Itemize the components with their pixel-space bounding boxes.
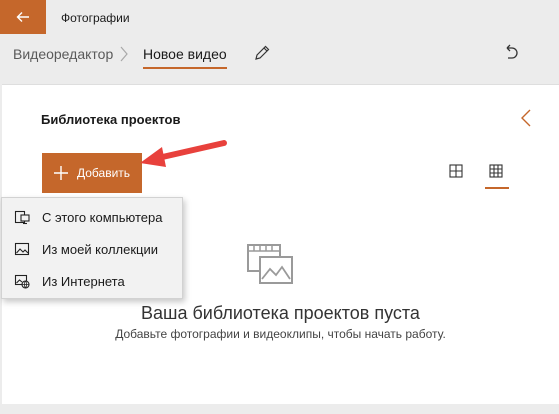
chevron-left-icon[interactable] (520, 109, 532, 127)
pencil-icon[interactable] (253, 44, 271, 62)
annotation-arrow-icon (140, 140, 227, 167)
menu-item-from-web[interactable]: Из Интернета (2, 265, 182, 297)
title-bar: Фотографии (0, 0, 559, 34)
menu-item-label: С этого компьютера (42, 209, 163, 225)
add-button-label: Добавить (77, 166, 131, 180)
breadcrumb: Видеоредактор Новое видео (0, 34, 559, 76)
add-button[interactable]: Добавить (42, 153, 142, 193)
computer-icon (12, 209, 32, 225)
project-name-underline (143, 67, 227, 69)
back-button[interactable] (0, 0, 46, 34)
app-title: Фотографии (61, 11, 130, 25)
small-thumbnails-icon[interactable] (489, 164, 503, 178)
undo-icon[interactable] (502, 44, 520, 62)
project-name[interactable]: Новое видео (143, 46, 227, 62)
menu-item-label: Из моей коллекции (42, 241, 159, 257)
empty-library-icon (247, 244, 293, 284)
selected-view-indicator (485, 187, 509, 189)
menu-item-from-computer[interactable]: С этого компьютера (2, 201, 182, 233)
web-image-icon (12, 273, 32, 289)
empty-state-title: Ваша библиотека проектов пуста (141, 303, 420, 323)
chevron-right-icon (120, 46, 128, 62)
add-source-menu: С этого компьютера Из моей коллекции Из … (1, 197, 183, 299)
collection-icon (12, 241, 32, 257)
empty-state-subtitle: Добавьте фотографии и видеоклипы, чтобы … (115, 327, 446, 341)
breadcrumb-root-link[interactable]: Видеоредактор (13, 46, 113, 62)
plus-icon (54, 166, 68, 180)
panel-title: Библиотека проектов (41, 112, 181, 127)
back-arrow-icon (16, 12, 29, 22)
menu-item-from-collection[interactable]: Из моей коллекции (2, 233, 182, 265)
menu-item-label: Из Интернета (42, 273, 125, 289)
large-thumbnails-icon[interactable] (449, 164, 463, 178)
